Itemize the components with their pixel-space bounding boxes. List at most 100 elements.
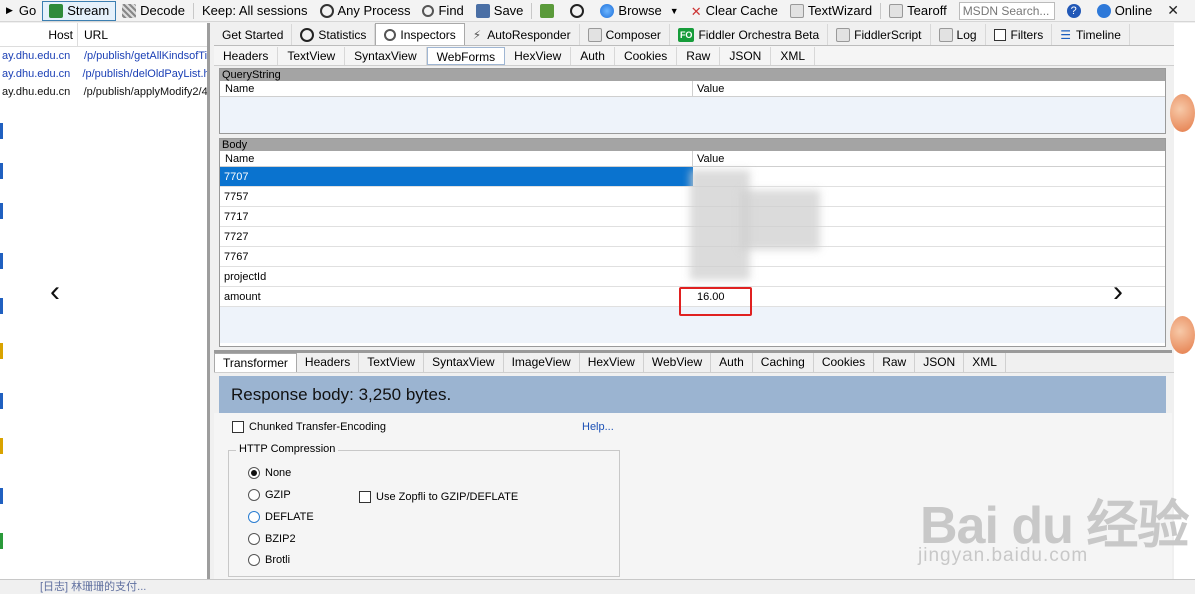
chevron-down-icon: ▼ — [669, 5, 679, 16]
resp-tab-webview[interactable]: WebView — [644, 353, 712, 372]
host-column-header[interactable]: Host — [0, 23, 78, 46]
compression-option-gzip[interactable]: GZIP — [248, 489, 291, 502]
req-tab-syntaxview[interactable]: SyntaxView — [345, 46, 427, 65]
resp-tab-raw[interactable]: Raw — [874, 353, 916, 372]
help-button[interactable]: ? — [1061, 1, 1091, 21]
radio-icon — [248, 489, 260, 502]
clear-cache-button[interactable]: ✕ Clear Cache — [685, 1, 784, 21]
browser-icon — [600, 3, 615, 18]
next-arrow-icon[interactable]: › — [1098, 267, 1138, 317]
find-button[interactable]: Find — [416, 1, 469, 21]
textwizard-icon — [789, 3, 804, 18]
inspector-tab-bar: Get Started Statistics Inspectors ⚡ AutoR… — [214, 23, 1174, 46]
tab-inspectors[interactable]: Inspectors — [375, 23, 465, 45]
close-icon[interactable]: ✕ — [1167, 2, 1179, 19]
resp-tab-hexview[interactable]: HexView — [580, 353, 644, 372]
req-tab-hexview[interactable]: HexView — [505, 46, 572, 65]
timer-icon — [570, 3, 585, 18]
http-compression-title: HTTP Compression — [236, 443, 339, 455]
req-tab-cookies[interactable]: Cookies — [615, 46, 678, 65]
compression-option-brotli[interactable]: Brotli — [248, 554, 290, 567]
req-tab-xml[interactable]: XML — [771, 46, 816, 65]
tab-autoresponder[interactable]: ⚡ AutoResponder — [464, 24, 580, 45]
resp-tab-auth[interactable]: Auth — [711, 353, 753, 372]
tab-log[interactable]: Log — [930, 24, 986, 45]
resp-tab-textview[interactable]: TextView — [359, 353, 425, 372]
resp-tab-cookies[interactable]: Cookies — [814, 353, 875, 372]
stream-button[interactable]: Stream — [42, 0, 117, 21]
checkbox-icon — [359, 491, 371, 504]
session-row[interactable]: ay.dhu.edu.cn /p/publish/applyModify2/4 — [0, 83, 207, 101]
resp-tab-json[interactable]: JSON — [915, 353, 965, 372]
querystring-header: Name Value — [220, 81, 1165, 97]
request-tab-bar: Headers TextView SyntaxView WebForms Hex… — [214, 46, 1174, 66]
compression-option-deflate[interactable]: DEFLATE — [248, 511, 314, 524]
zopfli-checkbox[interactable]: Use Zopfli to GZIP/DEFLATE — [359, 491, 518, 504]
timeline-icon: ☰ — [1060, 27, 1071, 42]
compression-option-bzip2[interactable]: BZIP2 — [248, 533, 296, 546]
req-tab-textview[interactable]: TextView — [278, 46, 346, 65]
url-column-header[interactable]: URL — [78, 28, 108, 42]
textwizard-button[interactable]: TextWizard — [784, 1, 878, 21]
msdn-search-input[interactable]: MSDN Search... — [958, 1, 1055, 20]
decode-button[interactable]: Decode — [116, 1, 191, 21]
keep-sessions-dropdown[interactable]: Keep: All sessions — [196, 1, 314, 21]
tab-filters[interactable]: Filters — [985, 24, 1053, 45]
tab-timeline[interactable]: ☰ Timeline — [1052, 24, 1130, 45]
field-name: 7757 — [224, 191, 249, 203]
find-icon — [422, 4, 435, 17]
clear-icon: ✕ — [690, 3, 702, 19]
response-body-banner: Response body: 3,250 bytes. — [219, 376, 1166, 413]
radio-icon — [248, 511, 260, 524]
querystring-title: QueryString — [220, 69, 1165, 81]
chunked-transfer-checkbox[interactable]: Chunked Transfer-Encoding — [232, 421, 386, 434]
session-host: ay.dhu.edu.cn — [2, 68, 71, 80]
compression-option-none[interactable]: None — [248, 467, 291, 480]
toolbar-divider — [192, 2, 194, 19]
resp-tab-xml[interactable]: XML — [964, 353, 1006, 372]
session-row[interactable]: ay.dhu.edu.cn /p/publish/getAllKindsofTi — [0, 47, 207, 65]
avatar[interactable] — [1170, 94, 1195, 132]
value-column-header[interactable]: Value — [693, 151, 724, 166]
tab-statistics[interactable]: Statistics — [292, 24, 376, 45]
querystring-empty-area — [220, 97, 1165, 133]
name-column-header[interactable]: Name — [220, 151, 693, 166]
tearoff-button[interactable]: Tearoff — [883, 1, 953, 21]
browse-button[interactable]: Browse ▼ — [594, 1, 684, 21]
req-tab-raw[interactable]: Raw — [677, 46, 721, 65]
resp-tab-transformer[interactable]: Transformer — [214, 353, 297, 372]
value-column-header[interactable]: Value — [693, 81, 724, 96]
watermark-url: jingyan.baidu.com — [918, 545, 1089, 566]
session-row[interactable]: ay.dhu.edu.cn /p/publish/delOldPayList.h — [0, 65, 207, 83]
req-tab-headers[interactable]: Headers — [214, 46, 279, 65]
resp-tab-caching[interactable]: Caching — [753, 353, 814, 372]
req-tab-json[interactable]: JSON — [720, 46, 772, 65]
req-tab-webforms[interactable]: WebForms — [426, 46, 506, 65]
previous-arrow-icon[interactable]: ‹ — [35, 267, 75, 317]
avatar[interactable] — [1170, 316, 1195, 354]
tab-get-started[interactable]: Get Started — [214, 24, 293, 45]
tab-fiddler-orchestra[interactable]: FO Fiddler Orchestra Beta — [669, 24, 829, 45]
help-link[interactable]: Help... — [582, 421, 614, 433]
toolbar-divider — [531, 2, 533, 19]
tab-fiddlerscript[interactable]: FiddlerScript — [828, 24, 931, 45]
resp-tab-syntaxview[interactable]: SyntaxView — [424, 353, 504, 372]
tearoff-icon — [889, 3, 904, 18]
any-process-button[interactable]: Any Process — [314, 1, 417, 21]
resp-tab-headers[interactable]: Headers — [297, 353, 360, 372]
screenshot-button[interactable] — [534, 1, 564, 21]
timer-button[interactable] — [564, 1, 594, 21]
online-indicator[interactable]: Online — [1091, 1, 1159, 21]
filters-checkbox-icon — [993, 28, 1006, 41]
inspectors-icon — [384, 28, 397, 41]
name-column-header[interactable]: Name — [220, 81, 693, 96]
help-icon: ? — [1066, 3, 1081, 18]
resp-tab-imageview[interactable]: ImageView — [504, 353, 580, 372]
querystring-section: QueryString Name Value — [219, 68, 1166, 134]
go-button[interactable]: ▶ Go — [0, 1, 42, 21]
req-tab-auth[interactable]: Auth — [571, 46, 615, 65]
save-button[interactable]: Save — [470, 1, 530, 21]
tab-composer[interactable]: Composer — [579, 24, 670, 45]
field-name: projectId — [224, 271, 267, 283]
checkbox-icon — [232, 421, 244, 434]
